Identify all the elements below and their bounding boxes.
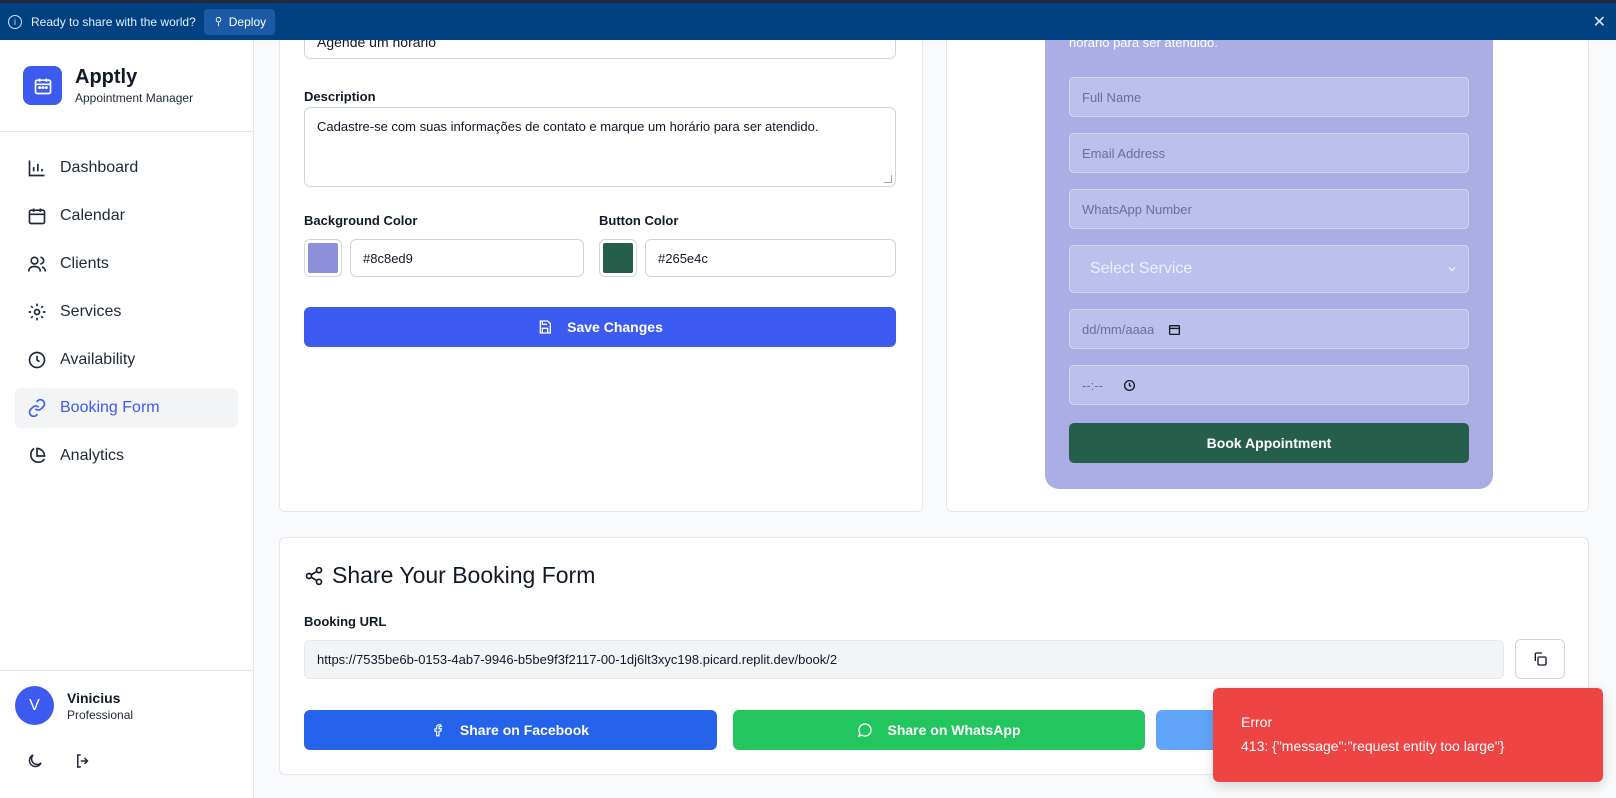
time-placeholder: --:-- [1082, 377, 1103, 393]
booking-form-preview: horário para ser atendido. Full Name Ema… [1045, 19, 1493, 489]
sidebar-item-label: Clients [60, 255, 109, 272]
sidebar-footer [26, 752, 92, 770]
button-color-label: Button Color [599, 213, 679, 228]
date-field[interactable]: dd/mm/aaaa [1069, 309, 1469, 349]
save-icon [539, 320, 552, 334]
deploy-button[interactable]: Deploy [203, 8, 276, 35]
full-name-field[interactable]: Full Name [1069, 77, 1469, 117]
facebook-icon [434, 724, 443, 737]
button-color-input[interactable]: #265e4c [645, 239, 896, 277]
sidebar-item-label: Analytics [60, 447, 125, 464]
deploy-icon [215, 16, 222, 27]
service-select[interactable]: Select Service [1069, 245, 1469, 293]
form-preview-card: horário para ser atendido. Full Name Ema… [946, 19, 1589, 512]
share-title: Share Your Booking Form [304, 562, 595, 589]
sidebar: Apptly Appointment Manager Dashboard Cal… [0, 40, 254, 798]
sidebar-item-dashboard[interactable]: Dashboard [15, 148, 238, 188]
deploy-banner: i Ready to share with the world? Deploy … [0, 3, 1616, 40]
sidebar-item-label: Services [60, 303, 122, 320]
logout-icon[interactable] [74, 752, 92, 770]
button-color-picker[interactable] [599, 239, 637, 277]
date-placeholder: dd/mm/aaaa [1082, 321, 1155, 337]
sidebar-item-label: Availability [60, 351, 136, 368]
sidebar-item-label: Calendar [60, 207, 125, 224]
description-text: Cadastre-se com suas informações de cont… [317, 119, 819, 134]
sidebar-item-services[interactable]: Services [15, 292, 238, 332]
share-title-text: Share Your Booking Form [332, 562, 596, 588]
close-banner-icon[interactable]: ✕ [1593, 12, 1606, 32]
sidebar-item-calendar[interactable]: Calendar [15, 196, 238, 236]
calendar-icon [28, 208, 46, 225]
bar-chart-icon [28, 160, 45, 177]
sidebar-item-booking-form[interactable]: Booking Form [15, 388, 238, 428]
user-name: Vinicius [67, 689, 121, 706]
save-label: Save Changes [567, 319, 663, 335]
info-icon: i [8, 14, 22, 29]
sidebar-item-analytics[interactable]: Analytics [15, 436, 238, 476]
avatar: V [15, 686, 54, 725]
sidebar-item-label: Booking Form [60, 399, 160, 416]
time-field[interactable]: --:-- [1069, 365, 1469, 405]
calendar-logo-icon [23, 66, 62, 105]
email-field[interactable]: Email Address [1069, 133, 1469, 173]
share-whatsapp-label: Share on WhatsApp [887, 722, 1021, 738]
save-changes-button[interactable]: Save Changes [304, 307, 896, 347]
sidebar-item-clients[interactable]: Clients [15, 244, 238, 284]
link-icon [28, 398, 46, 418]
whatsapp-field[interactable]: WhatsApp Number [1069, 189, 1469, 229]
clock-icon [28, 351, 46, 369]
banner-message: Ready to share with the world? [31, 14, 196, 29]
sidebar-nav: Dashboard Calendar Clients Services Avai… [0, 132, 253, 476]
chevron-down-icon [1448, 266, 1456, 272]
form-settings-card: Agende um horário Description Cadastre-s… [279, 19, 923, 512]
sidebar-item-availability[interactable]: Availability [15, 340, 238, 380]
description-textarea[interactable]: Cadastre-se com suas informações de cont… [304, 107, 896, 187]
share-icon [305, 566, 323, 585]
share-facebook-button[interactable]: Share on Facebook [304, 710, 717, 750]
message-circle-icon [858, 723, 873, 737]
share-facebook-label: Share on Facebook [459, 722, 590, 738]
copy-icon [1534, 652, 1547, 666]
description-label: Description [304, 89, 376, 104]
button-color-swatch [603, 243, 633, 273]
user-profile[interactable]: V Vinicius Professional [0, 670, 254, 740]
moon-icon[interactable] [26, 752, 44, 770]
background-color-picker[interactable] [304, 239, 342, 277]
gear-icon [28, 303, 46, 321]
resize-handle-icon[interactable] [884, 175, 892, 183]
background-color-input[interactable]: #8c8ed9 [350, 239, 584, 277]
brand: Apptly Appointment Manager [0, 40, 253, 132]
sidebar-item-label: Dashboard [60, 159, 139, 176]
background-color-label: Background Color [304, 213, 418, 228]
brand-name: Apptly [75, 66, 138, 88]
pie-chart-icon [29, 447, 46, 464]
error-toast[interactable]: Error 413: {"message":"request entity to… [1213, 688, 1603, 782]
background-color-swatch [308, 243, 338, 273]
brand-subtitle: Appointment Manager [75, 91, 194, 105]
clock-icon [1123, 379, 1135, 391]
booking-url-label: Booking URL [304, 614, 387, 629]
book-appointment-button[interactable]: Book Appointment [1069, 423, 1469, 463]
toast-title: Error [1241, 714, 1273, 730]
deploy-label: Deploy [228, 14, 267, 29]
share-whatsapp-button[interactable]: Share on WhatsApp [733, 710, 1145, 750]
service-select-label: Select Service [1090, 260, 1193, 277]
copy-url-button[interactable] [1515, 639, 1565, 679]
toast-message: 413: {"message":"request entity too larg… [1241, 738, 1505, 754]
booking-url-input[interactable]: https://7535be6b-0153-4ab7-9946-b5be9f3f… [304, 640, 1504, 679]
user-plan: Professional [67, 707, 134, 722]
users-icon [27, 256, 47, 272]
calendar-icon [1169, 324, 1181, 335]
